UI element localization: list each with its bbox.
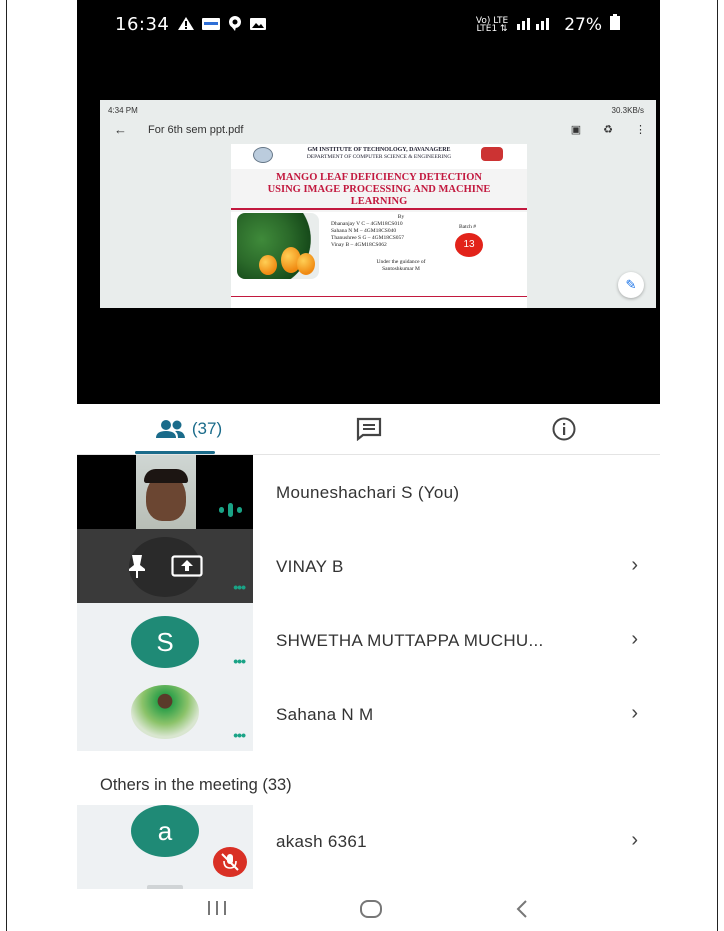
participant-tile: a (77, 805, 253, 889)
department-name: DEPARTMENT OF COMPUTER SCIENCE & ENGINEE… (306, 154, 452, 160)
chevron-right-icon[interactable]: › (631, 702, 638, 725)
back-arrow-icon: ← (114, 122, 127, 137)
battery-percent: 27% (564, 14, 602, 35)
pdf-toolbar: ← For 6th sem ppt.pdf ▣ ♻ ⋮ (100, 120, 656, 142)
participant-row[interactable]: ••• VINAY B › (77, 529, 660, 603)
pdf-tools: ▣ ♻ ⋮ (571, 123, 646, 136)
more-options-icon[interactable]: ••• (233, 727, 246, 743)
self-video-feed (136, 455, 196, 529)
participant-name: SHWETHA MUTTAPPA MUCHU... (276, 631, 544, 650)
shared-status-bar: 4:34 PM 30.3KB/s (100, 100, 656, 118)
pdf-title: For 6th sem ppt.pdf (148, 124, 244, 136)
notification-icons (177, 15, 267, 35)
chevron-right-icon[interactable]: › (631, 829, 638, 852)
chat-icon (356, 417, 382, 441)
batch-number: 13 (455, 233, 483, 257)
more-vert-icon: ⋮ (635, 124, 646, 136)
people-count: (37) (191, 419, 223, 438)
chevron-right-icon[interactable]: › (631, 628, 638, 651)
info-icon (552, 417, 576, 441)
image-icon (249, 16, 267, 35)
institute-name: GM INSTITUTE OF TECHNOLOGY, DAVANAGERE (307, 147, 451, 153)
presentation-stage: 16:34 Vo) LTE LTE1 ⇅ 27% 4:34 PM 30.3KB/s… (77, 0, 660, 404)
home-icon[interactable] (359, 899, 383, 919)
slide-header: GM INSTITUTE OF TECHNOLOGY, DAVANAGERE D… (231, 144, 527, 171)
team-members: By Dhananjay V C – 4GM18CS010 Sahana N M… (331, 214, 471, 249)
member-line: Sahana N M – 4GM18CS040 (331, 228, 397, 234)
lte-icon: Vo) LTE LTE1 ⇅ (475, 15, 509, 34)
participant-name: akash 6361 (276, 832, 367, 851)
participant-name: Sahana N M (276, 705, 374, 724)
tab-chat[interactable] (329, 404, 409, 454)
slide-footer-rule (231, 296, 527, 308)
by-label: By (397, 214, 405, 220)
chevron-right-icon[interactable]: › (631, 554, 638, 577)
muted-mic-icon (213, 847, 247, 877)
presentation-slide: GM INSTITUTE OF TECHNOLOGY, DAVANAGERE D… (231, 144, 527, 308)
shared-screen: 4:34 PM 30.3KB/s ← For 6th sem ppt.pdf ▣… (100, 100, 656, 308)
shared-speed: 30.3KB/s (611, 106, 644, 115)
title-line-2: USING IMAGE PROCESSING AND MACHINE (267, 184, 491, 195)
presenting-icon (171, 555, 203, 577)
participant-row[interactable]: S ••• SHWETHA MUTTAPPA MUCHU... › (77, 603, 660, 677)
meeting-tabs: (37) (77, 404, 660, 455)
guidance-line-2: Santoshkumar M (382, 266, 420, 272)
avatar-photo (131, 685, 199, 739)
guidance: Under the guidance of Santoshkumar M (331, 259, 471, 273)
participant-name: VINAY B (276, 557, 344, 576)
phone-screen: 16:34 Vo) LTE LTE1 ⇅ 27% 4:34 PM 30.3KB/s… (77, 0, 660, 931)
search-doc-icon: ▣ (570, 124, 582, 136)
title-line-3: LEARNING (350, 196, 408, 207)
participant-tile: ••• (77, 529, 253, 603)
hair (144, 469, 188, 483)
participant-row[interactable]: a akash 6361 › (77, 805, 660, 889)
pin-icon (129, 555, 145, 578)
edit-pencil-button: ✎ (618, 272, 644, 298)
recent-apps-icon[interactable] (205, 899, 229, 917)
active-tab-indicator (135, 451, 215, 454)
chat-bubble-icon (227, 15, 243, 35)
shared-time: 4:34 PM (108, 106, 138, 115)
avatar-initial: a (131, 805, 199, 857)
batch-label: Batch # (459, 224, 476, 230)
android-nav-bar (77, 889, 660, 931)
tab-people[interactable]: (37) (129, 404, 249, 454)
app-notification-icon (201, 16, 221, 35)
slide-title: MANGO LEAF DEFICIENCY DETECTION USING IM… (231, 169, 527, 212)
self-video-tile (77, 455, 253, 529)
member-line: Vinay B – 4GM18CS062 (331, 242, 387, 248)
mango-fruit (259, 255, 277, 275)
participant-tile: ••• (77, 677, 253, 751)
member-line: Thanushree S G – 4GM18CS057 (331, 235, 405, 241)
participant-name: Mouneshachari S (You) (276, 483, 460, 502)
status-bar: 16:34 Vo) LTE LTE1 ⇅ 27% (77, 8, 660, 44)
system-status: Vo) LTE LTE1 ⇅ 27% (476, 14, 620, 35)
more-options-icon[interactable]: ••• (233, 579, 246, 595)
participant-row-self[interactable]: Mouneshachari S (You) (77, 455, 660, 529)
status-time: 16:34 (115, 14, 170, 35)
drive-icon: ♻ (603, 124, 613, 136)
mango-image (237, 213, 319, 279)
others-heading: Others in the meeting (33) (100, 776, 292, 794)
title-line-1: MANGO LEAF DEFICIENCY DETECTION (275, 172, 483, 183)
participant-tile: S ••• (77, 603, 253, 677)
people-icon (155, 420, 185, 438)
participant-row[interactable]: ••• Sahana N M › (77, 677, 660, 751)
warning-icon (177, 16, 195, 35)
battery-icon (610, 14, 620, 35)
member-line: Dhananjay V C – 4GM18CS010 (331, 221, 403, 227)
avatar-initial: S (131, 616, 199, 668)
tab-info[interactable] (519, 404, 609, 454)
speaking-indicator-icon (219, 503, 242, 517)
guidance-line-1: Under the guidance of (376, 259, 426, 265)
back-icon[interactable] (513, 899, 531, 919)
signal-icon (516, 15, 556, 35)
more-options-icon[interactable]: ••• (233, 653, 246, 669)
title-divider (231, 208, 527, 210)
mango-fruit (297, 253, 315, 275)
